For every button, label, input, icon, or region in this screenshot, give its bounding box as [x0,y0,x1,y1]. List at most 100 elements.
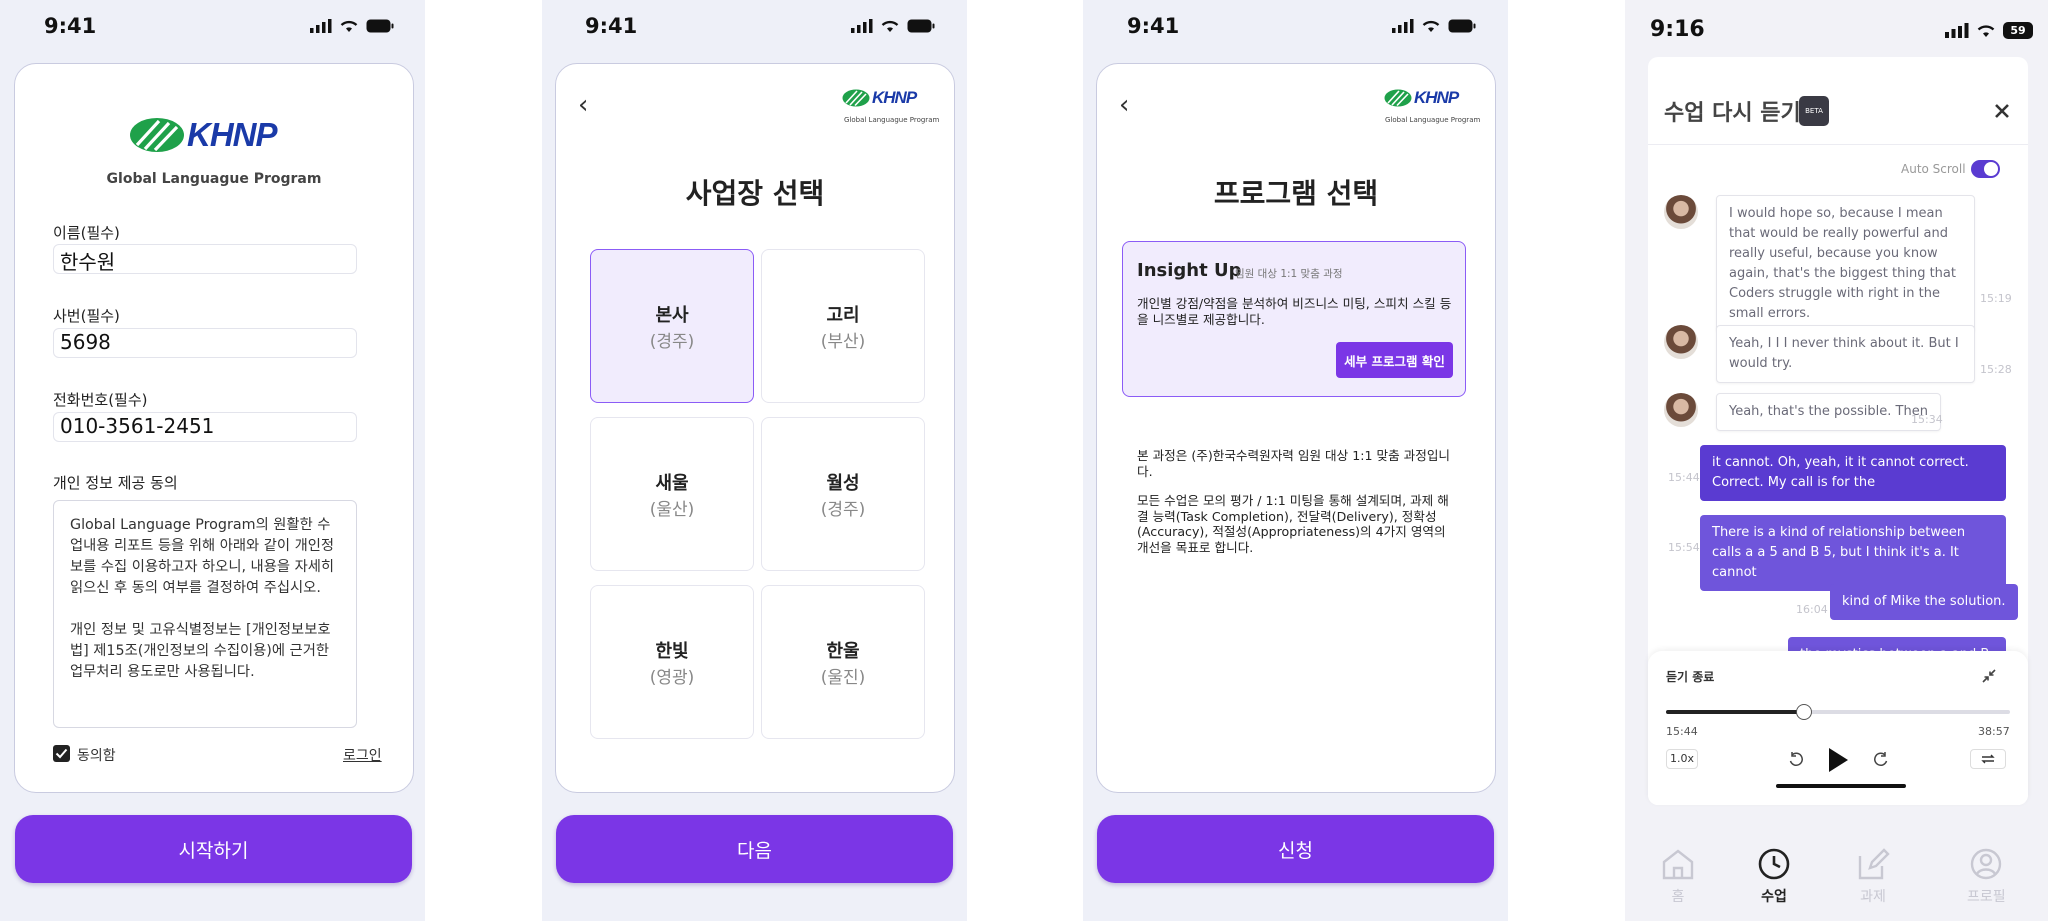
name-label: 이름(필수) [53,224,120,242]
wifi-icon [1422,20,1440,32]
detail-program-button[interactable]: 세부 프로그램 확인 [1336,342,1453,378]
progress-track[interactable] [1666,704,2010,720]
program-card: ‹ KHNP Global Languague Program 프로그램 선택 … [1096,63,1496,793]
khnp-logo: KHNP [1384,88,1459,108]
status-icons: 59 [1945,22,2033,39]
start-button[interactable]: 시작하기 [15,815,412,883]
program-info-1: 본 과정은 (주)한국수력원자력 임원 대상 1:1 맞춤 과정입니다. [1137,448,1451,479]
transcript-area[interactable]: I would hope so, because I mean that wou… [1648,185,2028,651]
site-location: (영광) [649,667,695,688]
logo-text: KHNP [1414,88,1459,107]
name-field[interactable]: 한수원 [53,244,357,274]
tab-label: 과제 [1860,889,1886,905]
page-title: 사업장 선택 [685,177,825,210]
message-time: 15:19 [1980,292,2012,305]
site-location: (울산) [649,499,695,520]
site-tile-saeul[interactable]: 새울 (울산) [590,417,754,571]
phone-field[interactable]: 010-3561-2451 [53,412,357,442]
forward-icon[interactable] [1872,751,1890,769]
transcript-message: it cannot. Oh, yeah, it it cannot correc… [1700,445,2006,501]
wifi-icon [340,20,358,32]
auto-scroll-toggle[interactable] [1971,160,2000,178]
consent-title: 개인 정보 제공 동의 [53,474,178,492]
edit-icon [1858,848,1890,880]
program-subtitle: Global Languague Program [106,171,322,187]
khnp-logo-mark [1384,89,1412,107]
speed-button[interactable]: 1.0x [1666,749,1698,769]
check-icon [55,748,68,759]
logo-text: KHNP [872,88,917,107]
site-tile-hanbit[interactable]: 한빛 (영광) [590,585,754,739]
wifi-icon [1977,25,1995,37]
program-description: 개인별 강점/약점을 분석하여 비즈니스 미팅, 스피치 스킬 등을 니즈별로 … [1137,296,1452,327]
close-icon[interactable] [1994,103,2010,119]
transcript-message: kind of Mike the solution. [1830,584,2018,620]
program-option-card[interactable]: Insight Up 임원 대상 1:1 맞춤 과정 개인별 강점/약점을 분석… [1122,241,1466,397]
battery-icon [366,19,394,33]
program-subtitle: Global Languague Program [844,116,940,124]
total-time: 38:57 [1978,725,2010,738]
login-screen: 9:41 KHNP Global Languague Program 이름(필수… [0,0,425,921]
employee-id-field[interactable]: 5698 [53,328,357,358]
next-button[interactable]: 다음 [556,815,953,883]
employee-id-label: 사번(필수) [53,307,120,325]
back-chevron-icon[interactable]: ‹ [1119,90,1129,120]
status-time: 9:41 [1127,14,1180,38]
panel-title: 수업 다시 듣기 [1664,101,1801,126]
bottom-tab-bar: 홈 수업 과제 프로필 [1625,826,2048,921]
progress-fill [1666,710,1804,714]
beta-badge: BETA [1799,96,1829,126]
battery-icon [1448,19,1476,33]
signal-icon [1392,19,1414,33]
site-location: (울진) [820,667,866,688]
repeat-icon [1981,754,1995,764]
tab-label: 프로필 [1967,889,2006,905]
toggle-knob [1984,162,1998,176]
progress-knob[interactable] [1795,704,1812,720]
agree-checkbox[interactable] [53,745,70,762]
site-name: 고리 [826,304,860,326]
consent-paragraph-1: Global Language Program의 원활한 수업내용 리포트 등을… [70,517,335,596]
transcript-message: the mystics between a and B. But [1788,637,2006,651]
transcript-message: Yeah, that's the possible. Then [1716,393,1941,431]
program-info-2: 모든 수업은 모의 평가 / 1:1 미팅을 통해 설계되며, 과제 해결 능력… [1137,493,1449,555]
current-time: 15:44 [1666,725,1698,738]
tab-profile[interactable]: 프로필 [1967,848,2006,906]
rewind-icon[interactable] [1787,751,1805,769]
tab-assignments[interactable]: 과제 [1856,848,1890,906]
tutor-avatar [1664,393,1698,427]
status-time: 9:41 [44,14,97,38]
play-icon[interactable] [1826,747,1850,773]
back-chevron-icon[interactable]: ‹ [578,90,588,120]
program-subtitle: Global Languague Program [1385,116,1481,124]
transcript-message: Yeah, I I I never think about it. But I … [1716,325,1975,383]
consent-paragraph-2: 개인 정보 및 고유식별정보는 [개인정보보호법] 제15조(개인정보의 수집이… [70,622,331,680]
stop-listening-label[interactable]: 듣기 종료 [1666,668,1714,685]
site-tile-hanul[interactable]: 한울 (울진) [761,585,925,739]
clock-icon [1758,848,1790,880]
tab-home[interactable]: 홈 [1661,848,1695,906]
site-name: 한빛 [655,640,689,662]
login-link[interactable]: 로그인 [343,745,382,765]
site-tile-bonsa[interactable]: 본사 (경주) [590,249,754,403]
apply-button[interactable]: 신청 [1097,815,1494,883]
battery-icon: 59 [2003,22,2033,39]
message-time: 15:28 [1980,363,2012,376]
consent-textbox[interactable]: Global Language Program의 원활한 수업내용 리포트 등을… [53,500,357,728]
site-tile-wolsong[interactable]: 월성 (경주) [761,417,925,571]
site-name: 월성 [826,472,860,494]
replay-panel: 수업 다시 듣기 BETA Auto Scroll I would hope s… [1648,57,2028,805]
site-location: (부산) [820,331,866,352]
program-select-screen: 9:41 ‹ KHNP Global Languague Program 프로그… [1083,0,1508,921]
home-icon [1662,849,1694,880]
site-tile-kori[interactable]: 고리 (부산) [761,249,925,403]
collapse-icon[interactable] [1981,668,1997,684]
program-name: Insight Up [1137,260,1242,281]
transcript-message: There is a kind of relationship between … [1700,515,2006,591]
repeat-button[interactable] [1970,749,2006,769]
status-icons [851,19,935,33]
player-panel: 듣기 종료 15:44 38:57 1.0x [1648,651,2028,805]
tab-lessons[interactable]: 수업 [1757,848,1791,906]
site-card: ‹ KHNP Global Languague Program 사업장 선택 본… [555,63,955,793]
logo-text: KHNP [187,116,278,153]
